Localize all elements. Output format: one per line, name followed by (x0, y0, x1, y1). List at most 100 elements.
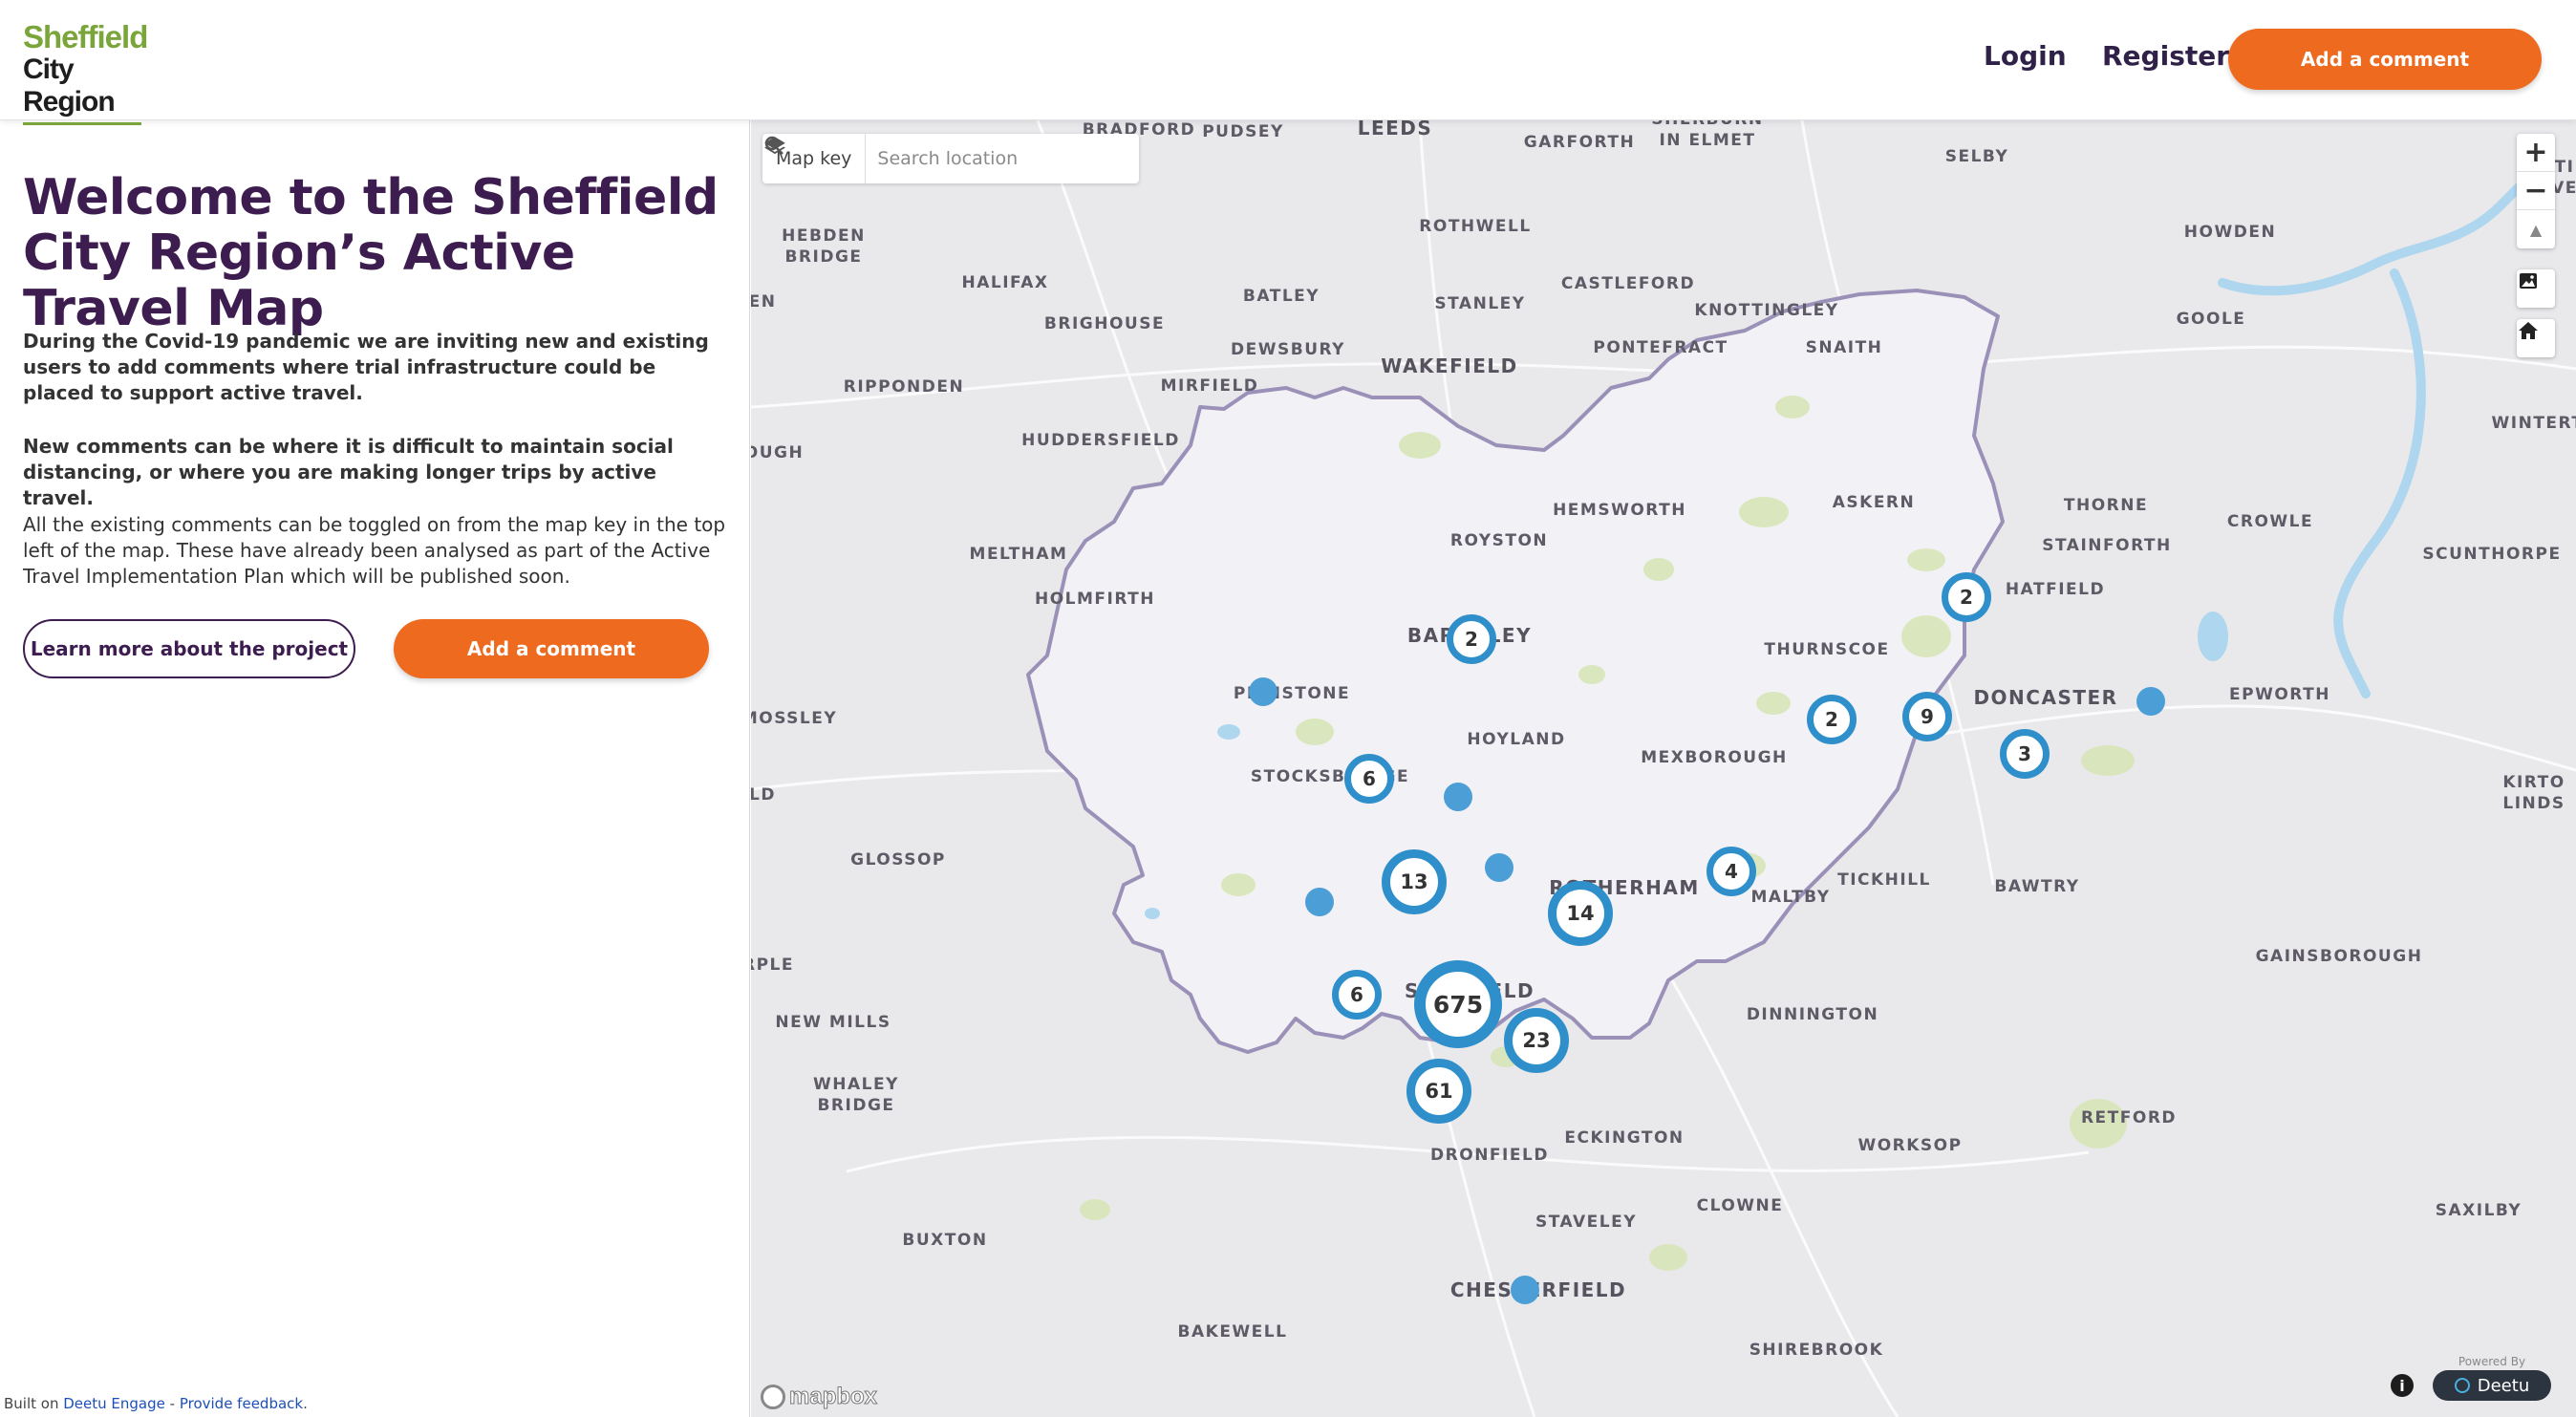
place-label: PONTEFRACT (1593, 338, 1728, 357)
map-toolbar: Map key (762, 134, 1140, 183)
place-label: DRONFIELD (1430, 1146, 1549, 1165)
logo-underline (23, 122, 141, 125)
place-label: KIRTO LINDS (2502, 773, 2565, 813)
place-label: STAINFORTH (2042, 536, 2172, 555)
place-label: THURNSCOE (1764, 640, 1890, 659)
register-link[interactable]: Register (2102, 40, 2229, 72)
place-label: BAWTRY (1994, 877, 2080, 896)
footer-credits: Built on Deetu Engage - Provide feedback… (4, 1395, 308, 1412)
place-label: MELTHAM (969, 545, 1068, 564)
comment-cluster[interactable]: 3 (2000, 729, 2050, 779)
place-label: GLOSSOP (850, 850, 946, 870)
login-link[interactable]: Login (1984, 40, 2067, 72)
place-label: STANLEY (1434, 294, 1526, 313)
place-label: SNAITH (1805, 338, 1883, 357)
learn-more-button[interactable]: Learn more about the project (23, 619, 355, 678)
place-label: SHIREBROOK (1749, 1341, 1884, 1360)
place-label: SELBY (1944, 147, 2009, 166)
place-label: RETFORD (2080, 1108, 2178, 1127)
deetu-logo-icon (2454, 1378, 2470, 1393)
place-label: DONCASTER (1973, 686, 2118, 709)
logo-text-bottom: City Region (23, 54, 116, 118)
comment-cluster[interactable]: 61 (1406, 1059, 1471, 1124)
intro-paragraph-2: New comments can be where it is difficul… (23, 435, 674, 509)
info-icon[interactable]: i (2391, 1374, 2414, 1397)
comment-cluster[interactable]: 675 (1414, 960, 1502, 1048)
place-label: WAKEFIELD (1381, 354, 1518, 377)
zoom-in-button[interactable]: + (2517, 134, 2555, 172)
place-label: WORKSOP (1857, 1136, 1963, 1155)
mapbox-attribution[interactable]: mapbox (761, 1384, 878, 1410)
panel-add-comment-button[interactable]: Add a comment (394, 619, 709, 678)
place-label: RPLE (751, 955, 794, 975)
place-label: HOLMFIRTH (1034, 590, 1156, 609)
place-label: THORNE (2063, 496, 2149, 515)
sheffield-city-region-logo[interactable]: Sheffield City Region (23, 19, 148, 125)
header-add-comment-button[interactable]: Add a comment (2228, 29, 2542, 90)
comment-cluster[interactable]: 6 (1332, 970, 1382, 1020)
place-label: GAINSBOROUGH (2255, 947, 2423, 966)
place-label: EPWORTH (2229, 685, 2330, 704)
place-label: GOOLE (2176, 310, 2246, 329)
place-label: TICKHILL (1837, 870, 1931, 890)
place-label: CLOWNE (1696, 1196, 1784, 1215)
comment-point[interactable] (1444, 783, 1472, 811)
footer-period: . (303, 1395, 308, 1412)
place-label: NEW MILLS (775, 1013, 891, 1032)
place-label: SCUNTHORPE (2422, 545, 2562, 564)
deetu-engage-link[interactable]: Deetu Engage (63, 1395, 165, 1412)
place-label: ROYSTON (1449, 531, 1549, 550)
place-label: BRIGHOUSE (1043, 314, 1166, 333)
comment-point[interactable] (1249, 677, 1277, 706)
intro-paragraph-3: All the existing comments can be toggled… (23, 513, 726, 588)
screenshot-button[interactable] (2517, 269, 2555, 308)
comment-cluster[interactable]: 23 (1504, 1008, 1569, 1073)
zoom-controls: + − ▲ (2517, 134, 2555, 248)
compass-button[interactable]: ▲ (2517, 210, 2555, 248)
powered-by-text: Powered By (2458, 1355, 2526, 1368)
home-button[interactable] (2517, 319, 2555, 357)
place-label: GARFORTH (1523, 133, 1636, 152)
comment-cluster[interactable]: 14 (1548, 881, 1613, 946)
comment-cluster[interactable]: 13 (1382, 849, 1447, 914)
place-label: CROWLE (2226, 512, 2314, 531)
place-label: HOYLAND (1467, 730, 1566, 749)
place-label: HATFIELD (2005, 580, 2106, 599)
place-label: EN (751, 292, 777, 311)
search-location-input[interactable] (877, 148, 1088, 169)
powered-by-deetu[interactable]: Powered By Deetu (2433, 1355, 2551, 1401)
search-location-box[interactable] (764, 134, 1139, 183)
place-label: ROTHWELL (1419, 217, 1532, 236)
built-on-text: Built on (4, 1395, 59, 1412)
place-label: CASTLEFORD (1560, 274, 1696, 293)
place-label: PUDSEY (1202, 122, 1284, 141)
comment-cluster[interactable]: 4 (1707, 847, 1756, 896)
place-label: WINTERT (2491, 414, 2576, 433)
place-label: STAVELEY (1535, 1213, 1638, 1232)
comment-point[interactable] (1305, 888, 1334, 916)
place-label: HUDDERSFIELD (1021, 431, 1180, 450)
comment-cluster[interactable]: 2 (1447, 614, 1496, 664)
place-label: DINNINGTON (1746, 1005, 1879, 1024)
comment-point[interactable] (1511, 1276, 1539, 1304)
comment-point[interactable] (2136, 687, 2165, 716)
comment-cluster[interactable]: 6 (1344, 754, 1394, 804)
provide-feedback-link[interactable]: Provide feedback (180, 1395, 303, 1412)
site-header: Sheffield City Region Login Register Add… (0, 0, 2576, 125)
place-label: HOWDEN (2183, 223, 2277, 242)
comment-cluster[interactable]: 2 (1807, 695, 1857, 744)
place-label: ASKERN (1832, 493, 1916, 512)
comment-point[interactable] (1485, 853, 1513, 882)
mapbox-icon (761, 1385, 785, 1409)
place-label: OUGH (751, 443, 805, 462)
map-canvas[interactable]: BRADFORDPUDSEYLEEDSGARFORTHSHERBURN IN E… (751, 120, 2576, 1417)
info-panel: Welcome to the Sheffield City Region’s A… (0, 120, 750, 1417)
zoom-out-button[interactable]: − (2517, 172, 2555, 210)
comment-cluster[interactable]: 2 (1942, 572, 1991, 622)
logo-text-top: Sheffield (23, 19, 148, 54)
search-icon (764, 136, 784, 155)
place-label: LD (751, 785, 776, 805)
footer-separator: - (164, 1395, 180, 1412)
place-label: MALTBY (1750, 888, 1831, 907)
comment-cluster[interactable]: 9 (1902, 692, 1952, 741)
